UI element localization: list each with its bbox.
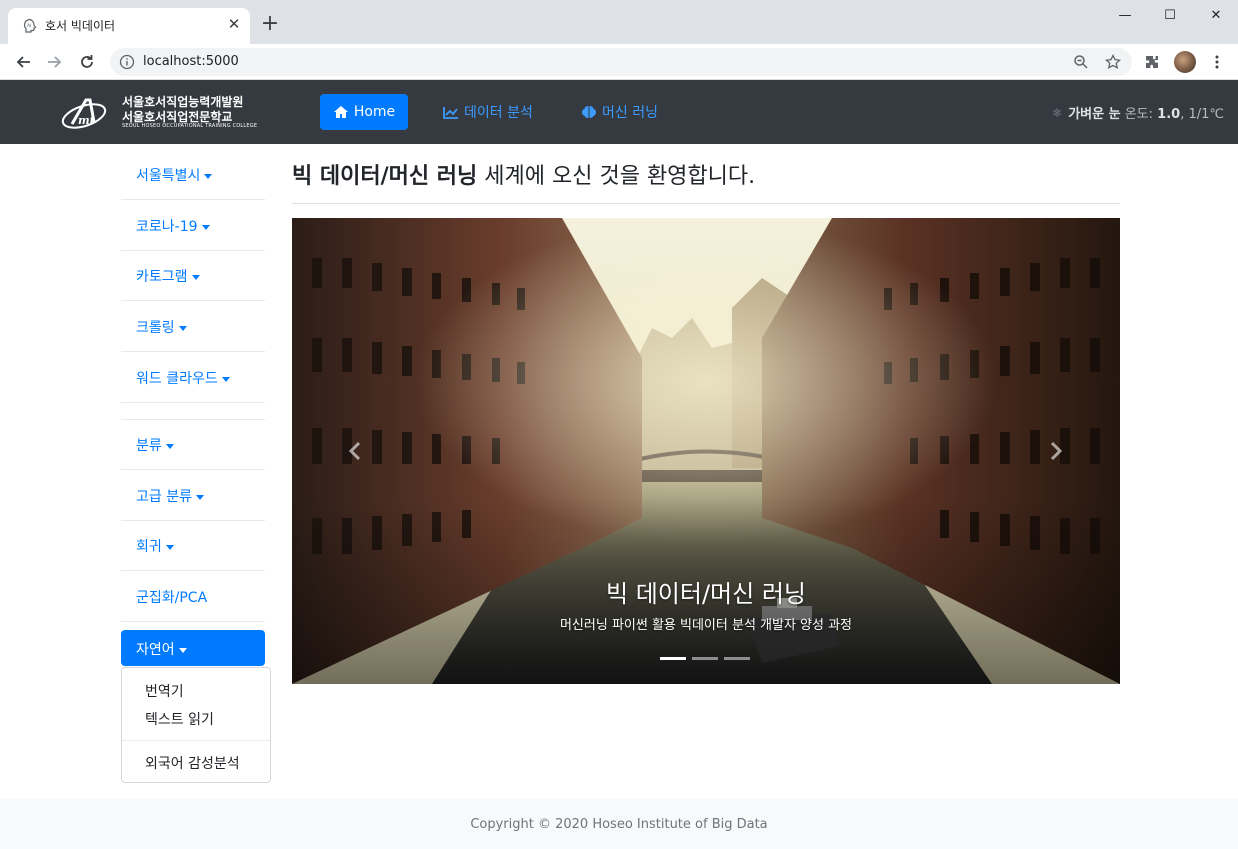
extensions-puzzle-icon[interactable]	[1142, 52, 1162, 72]
carousel-next-chevron-icon[interactable]	[1046, 439, 1066, 463]
new-tab-button[interactable]: +	[260, 13, 280, 35]
forward-arrow-icon[interactable]	[43, 50, 67, 74]
close-tab-icon[interactable]: ✕	[226, 16, 242, 32]
carousel-prev-chevron-icon[interactable]	[345, 439, 365, 463]
site-navbar: mt 서울호서직업능력개발원 서울호서직업전문학교 SEOUL HOSEO OC…	[0, 80, 1238, 144]
caret-down-icon	[204, 173, 213, 179]
nav-machine-learning-label: 머신 러닝	[602, 105, 658, 121]
nav-data-analysis-label: 데이터 분석	[464, 105, 533, 121]
sidebar-item-label: 고급 분류	[136, 489, 192, 505]
back-arrow-icon[interactable]	[11, 50, 35, 74]
weather-widget: ❄ 가벼운 눈 온도: 1.0, 1/1℃	[1052, 103, 1224, 123]
weather-range: , 1/1℃	[1180, 107, 1224, 122]
sidebar-item-covid19[interactable]: 코로나-19	[121, 201, 265, 251]
bookmark-star-icon[interactable]	[1103, 52, 1123, 72]
sidebar-item-advanced-classification[interactable]: 고급 분류	[121, 471, 265, 521]
url-text: localhost:5000	[143, 54, 239, 69]
tab-title: 호서 빅데이터	[45, 19, 116, 33]
sidebar-item-label: 코로나-19	[136, 219, 198, 235]
caret-down-icon	[201, 224, 210, 230]
sidebar-item-clustering-pca[interactable]: 군집화/PCA	[121, 572, 265, 622]
sidebar-item-regression[interactable]: 회귀	[121, 521, 265, 571]
title-divider	[292, 203, 1120, 204]
natural-language-dropdown-menu: 번역기 텍스트 읽기 외국어 감성분석	[121, 667, 271, 783]
dropdown-item-text-reading[interactable]: 텍스트 읽기	[145, 709, 214, 729]
sidebar-item-label: 크롤링	[136, 320, 175, 336]
caret-down-icon	[165, 443, 174, 449]
logo-swoosh-icon: mt	[61, 98, 107, 129]
weather-temp-label: 온도:	[1124, 107, 1154, 122]
sidebar-item-word-cloud[interactable]: 워드 클라우드	[121, 353, 265, 403]
browser-tabstrip: AI 호서 빅데이터 ✕ + — ☐ ✕	[0, 0, 1238, 44]
minimize-icon[interactable]: —	[1110, 5, 1140, 27]
sidebar-item-natural-language[interactable]: 자연어	[121, 630, 265, 666]
caret-down-icon	[178, 325, 187, 331]
page-title-bold: 빅 데이터/머신 러닝	[292, 164, 478, 189]
carousel-indicator-3[interactable]	[724, 657, 750, 660]
hero-carousel: 빅 데이터/머신 러닝 머신러닝 파이썬 활용 빅데이터 분석 개발자 양성 과…	[292, 218, 1120, 684]
zoom-icon[interactable]	[1071, 52, 1091, 72]
caret-down-icon	[191, 274, 200, 280]
nav-home-button[interactable]: Home	[320, 94, 408, 130]
svg-text:AI: AI	[27, 23, 31, 29]
sidebar-item-label: 카토그램	[136, 269, 188, 285]
browser-toolbar: localhost:5000	[0, 44, 1238, 80]
sidebar-item-label: 군집화/PCA	[136, 590, 208, 606]
sidebar-item-classification[interactable]: 분류	[121, 420, 265, 470]
reload-icon[interactable]	[75, 50, 99, 74]
close-window-icon[interactable]: ✕	[1201, 5, 1231, 27]
sidebar-item-label: 서울특별시	[136, 168, 201, 184]
caret-down-icon	[178, 647, 187, 653]
site-logo[interactable]: mt 서울호서직업능력개발원 서울호서직업전문학교 SEOUL HOSEO OC…	[60, 92, 257, 132]
menu-kebab-icon[interactable]	[1207, 52, 1227, 72]
page-title: 빅 데이터/머신 러닝 세계에 오신 것을 환영합니다.	[292, 158, 755, 190]
sidebar-item-seoul[interactable]: 서울특별시	[121, 150, 265, 200]
carousel-caption-subtitle: 머신러닝 파이썬 활용 빅데이터 분석 개발자 양성 과정	[559, 618, 853, 633]
sidebar-item-label: 회귀	[136, 539, 162, 555]
caret-down-icon	[221, 376, 230, 382]
nav-home-label: Home	[353, 104, 396, 120]
nav-machine-learning-link[interactable]: 머신 러닝	[581, 102, 658, 122]
weather-temp-value: 1.0	[1157, 107, 1181, 122]
ai-head-icon: AI	[23, 18, 37, 33]
dropdown-item-foreign-sentiment[interactable]: 외국어 감성분석	[145, 753, 240, 773]
home-icon	[333, 106, 348, 118]
caret-down-icon	[165, 544, 174, 550]
carousel-indicators	[660, 657, 752, 661]
sidebar-item-crawling[interactable]: 크롤링	[121, 302, 265, 352]
site-footer: Copyright © 2020 Hoseo Institute of Big …	[0, 799, 1238, 849]
sidebar-item-label: 워드 클라우드	[136, 371, 218, 387]
carousel-indicator-1[interactable]	[660, 657, 686, 660]
carousel-caption-title: 빅 데이터/머신 러닝	[606, 580, 806, 608]
logo-text-line3: SEOUL HOSEO OCCUPATIONAL TRAINING COLLEG…	[122, 123, 258, 129]
footer-copyright: Copyright © 2020 Hoseo Institute of Big …	[470, 817, 768, 832]
caret-down-icon	[195, 494, 204, 500]
sidebar-item-cartogram[interactable]: 카토그램	[121, 251, 265, 301]
dropdown-item-translator[interactable]: 번역기	[145, 681, 184, 701]
sidebar-item-label: 자연어	[136, 642, 175, 658]
browser-tab[interactable]: AI 호서 빅데이터 ✕	[8, 8, 250, 44]
info-icon[interactable]	[119, 54, 135, 70]
brain-icon	[582, 106, 596, 118]
line-chart-icon	[443, 106, 458, 119]
nav-data-analysis-link[interactable]: 데이터 분석	[443, 102, 533, 122]
page-title-rest: 세계에 오신 것을 환영합니다.	[484, 164, 756, 189]
profile-avatar[interactable]	[1174, 51, 1196, 73]
dropdown-divider	[122, 740, 270, 741]
svg-text:mt: mt	[78, 114, 95, 127]
carousel-indicator-2[interactable]	[692, 657, 718, 660]
address-bar[interactable]: localhost:5000	[110, 48, 1132, 76]
snowflake-icon: ❄	[1052, 105, 1063, 120]
sidebar-item-label: 분류	[136, 438, 162, 454]
weather-description: 가벼운 눈	[1068, 107, 1121, 122]
maximize-icon[interactable]: ☐	[1155, 5, 1185, 27]
